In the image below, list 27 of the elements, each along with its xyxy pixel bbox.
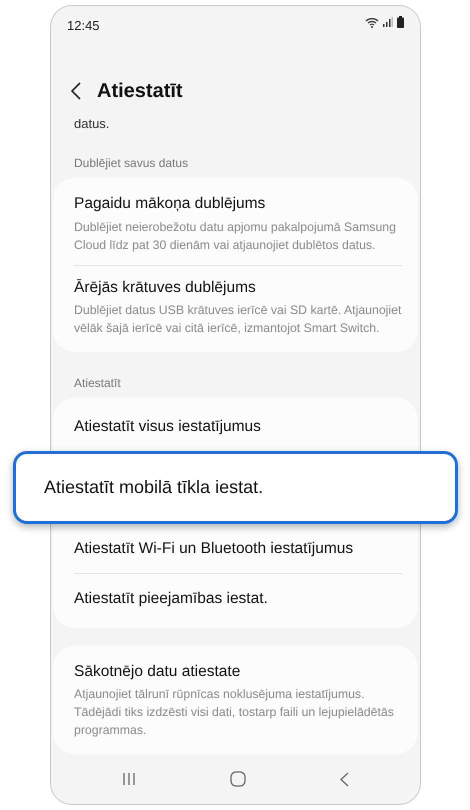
setting-title: Atiestatīt pieejamības iestat. — [74, 589, 269, 610]
back-icon[interactable] — [71, 82, 81, 100]
setting-item[interactable]: Atiestatīt Wi-Fi un Bluetooth iestatījumus — [74, 524, 402, 574]
recent-apps-icon[interactable] — [122, 772, 136, 786]
home-icon[interactable] — [230, 771, 246, 788]
section-header: Atiestatīt — [73, 374, 122, 392]
battery-icon — [397, 16, 404, 28]
setting-item[interactable]: Pagaidu mākoņa dublējums Dublējiet neierobežotu datu apjomu pakalpojumā Samsung Cloud līdz pat 30 dienām vai atjaunojiet dublētos datus. — [53, 182, 418, 265]
setting-item[interactable]: Sākotnējo datu atiestate Atjaunojiet tālrunī rūpnīcas noklusējuma iestatījumus. Tādējādi tiks izdzēsti visi dati, tostarp faili un lejupielādētās programmas. — [53, 650, 418, 750]
setting-item[interactable]: Atiestatīt visus iestatījumus — [53, 402, 418, 452]
clock-time: 12:45 — [67, 17, 100, 35]
signal-icon — [383, 17, 393, 27]
highlighted-setting-item[interactable]: Atiestatīt mobilā tīkla iestat. — [13, 451, 458, 524]
setting-title: Atiestatīt Wi-Fi un Bluetooth iestatījumus — [74, 539, 354, 560]
setting-description: Dublējiet neierobežotu datu apjomu pakalpojumā Samsung Cloud līdz pat 30 dienām vai atjaunojiet dublētos datus. — [74, 218, 397, 254]
section-header: Dublējiet savus datus — [73, 155, 190, 172]
setting-title: Ārējās krātuves dublējums — [74, 278, 257, 298]
setting-title: Sākotnējo datu atiestate — [74, 662, 242, 682]
setting-title: Atiestatīt mobilā tīkla iestat. — [44, 476, 264, 500]
page-title: Atiestatīt — [97, 79, 183, 104]
wifi-icon — [365, 16, 379, 28]
setting-description: Atjaunojiet tālrunī rūpnīcas noklusējuma iestatījumus. Tādējādi tiks izdzēsti visi dati, tostarp faili un lejupielādētās programmas. — [74, 686, 395, 740]
setting-item[interactable]: Atiestatīt pieejamības iestat. — [74, 573, 402, 624]
setting-item[interactable]: Ārējās krātuves dublējums Dublējiet datus USB krātuves ierīcē vai SD kartē. Atjaunojiet vēlāk šajā ierīcē vai citā ierīcē, izmantojot Smart Switch. — [74, 264, 402, 348]
setting-title: Pagaidu mākoņa dublējums — [74, 194, 266, 214]
setting-description: Dublējiet datus USB krātuves ierīcē vai SD kartē. Atjaunojiet vēlāk šajā ierīcē vai citā ierīcē, izmantojot Smart Switch. — [74, 302, 402, 337]
setting-title: Atiestatīt visus iestatījumus — [74, 416, 262, 437]
